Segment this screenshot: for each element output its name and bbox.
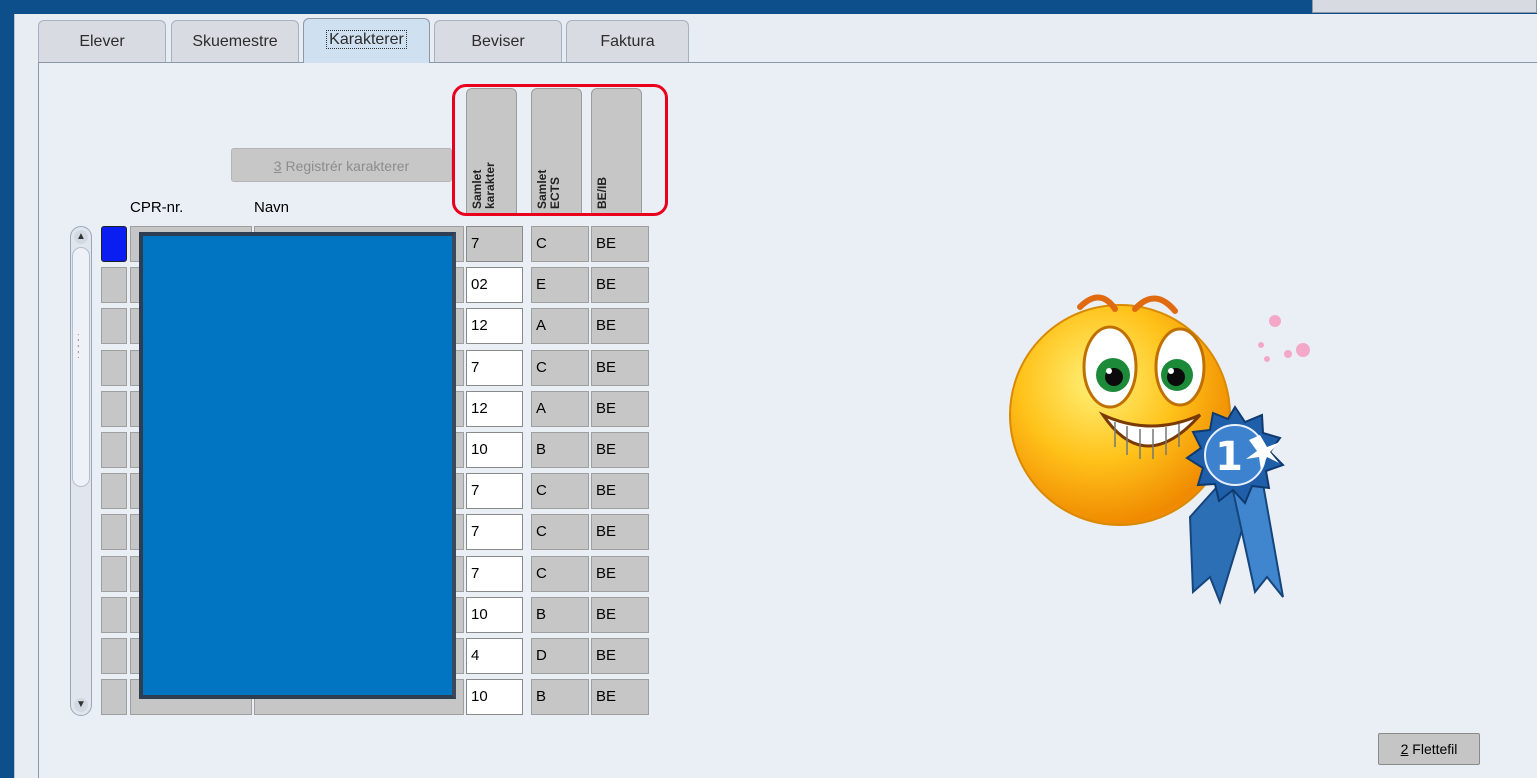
tab-label: Beviser bbox=[471, 33, 525, 50]
tab-karakterer[interactable]: Karakterer bbox=[303, 18, 430, 63]
karakter-cell[interactable]: 7 bbox=[466, 514, 523, 551]
left-edge bbox=[0, 14, 14, 778]
be-ib-cell[interactable]: BE bbox=[591, 473, 649, 510]
row-selector[interactable] bbox=[101, 226, 127, 262]
karakter-cell[interactable]: 7 bbox=[466, 226, 523, 262]
ects-cell[interactable]: C bbox=[531, 514, 589, 551]
row-selector[interactable] bbox=[101, 390, 127, 427]
be-ib-cell[interactable]: BE bbox=[591, 349, 649, 386]
be-ib-cell[interactable]: BE bbox=[591, 514, 649, 551]
tab-faktura[interactable]: Faktura bbox=[566, 20, 689, 63]
ects-cell[interactable]: B bbox=[531, 596, 589, 633]
toolbar-button[interactable] bbox=[1312, 0, 1537, 13]
grip-icon: ⁚ ⁚ ⁚ ⁚ bbox=[77, 333, 80, 360]
karakter-cell[interactable]: 02 bbox=[466, 267, 523, 304]
tab-label: Skuemestre bbox=[192, 33, 278, 50]
column-header-cpr: CPR-nr. bbox=[130, 199, 184, 216]
ects-cell[interactable]: C bbox=[531, 473, 589, 510]
smiley-medal-icon: 1 bbox=[1009, 294, 1310, 606]
row-selector[interactable] bbox=[101, 349, 127, 386]
row-selector[interactable] bbox=[101, 638, 127, 674]
be-ib-cell[interactable]: BE bbox=[591, 390, 649, 427]
row-selector[interactable] bbox=[101, 555, 127, 592]
karakter-cell[interactable]: 7 bbox=[466, 349, 523, 386]
accel-key: 3 bbox=[273, 158, 282, 174]
row-selector[interactable] bbox=[101, 308, 127, 345]
scroll-up-icon[interactable]: ▲ bbox=[74, 230, 88, 244]
flettefil-button[interactable]: 2 Flettefil bbox=[1378, 733, 1480, 765]
tab-label: Elever bbox=[79, 33, 125, 50]
karakter-cell[interactable]: 7 bbox=[466, 555, 523, 592]
karakter-cell[interactable]: 4 bbox=[466, 638, 523, 674]
be-ib-cell[interactable]: BE bbox=[591, 432, 649, 468]
be-ib-cell[interactable]: BE bbox=[591, 226, 649, 262]
ects-cell[interactable]: A bbox=[531, 390, 589, 427]
tab-beviser[interactable]: Beviser bbox=[434, 20, 562, 63]
ects-cell[interactable]: B bbox=[531, 679, 589, 716]
karakter-cell[interactable]: 7 bbox=[466, 473, 523, 510]
row-selector[interactable] bbox=[101, 267, 127, 304]
tab-elever[interactable]: Elever bbox=[38, 20, 166, 63]
be-ib-cell[interactable]: BE bbox=[591, 638, 649, 674]
karakter-cell[interactable]: 10 bbox=[466, 596, 523, 633]
ects-cell[interactable]: C bbox=[531, 555, 589, 592]
karakter-cell[interactable]: 12 bbox=[466, 308, 523, 345]
be-ib-cell[interactable]: BE bbox=[591, 555, 649, 592]
title-bar bbox=[0, 0, 1537, 14]
tab-label: Karakterer bbox=[326, 30, 407, 49]
row-selector[interactable] bbox=[101, 596, 127, 633]
scroll-down-icon[interactable]: ▼ bbox=[74, 698, 88, 712]
karakter-cell[interactable]: 12 bbox=[466, 390, 523, 427]
medal-number: 1 bbox=[1215, 434, 1243, 480]
ects-cell[interactable]: C bbox=[531, 226, 589, 262]
tab-label: Faktura bbox=[600, 33, 655, 50]
scrollbar-thumb[interactable] bbox=[72, 247, 90, 487]
ects-cell[interactable]: B bbox=[531, 432, 589, 468]
row-selector[interactable] bbox=[101, 514, 127, 551]
register-grades-button[interactable]: 3 Registrér karakterer bbox=[231, 148, 452, 182]
button-label: Flettefil bbox=[1408, 741, 1458, 757]
karakter-cell[interactable]: 10 bbox=[466, 679, 523, 716]
ects-cell[interactable]: C bbox=[531, 349, 589, 386]
be-ib-cell[interactable]: BE bbox=[591, 267, 649, 304]
column-header-navn: Navn bbox=[254, 199, 290, 216]
be-ib-cell[interactable]: BE bbox=[591, 596, 649, 633]
button-label: Registrér karakterer bbox=[281, 158, 410, 174]
row-selector[interactable] bbox=[101, 473, 127, 510]
row-selector[interactable] bbox=[101, 432, 127, 468]
karakter-cell[interactable]: 10 bbox=[466, 432, 523, 468]
ects-cell[interactable]: A bbox=[531, 308, 589, 345]
ects-cell[interactable]: D bbox=[531, 638, 589, 674]
highlight-box bbox=[452, 84, 668, 216]
be-ib-cell[interactable]: BE bbox=[591, 679, 649, 716]
be-ib-cell[interactable]: BE bbox=[591, 308, 649, 345]
row-selector[interactable] bbox=[101, 679, 127, 716]
ects-cell[interactable]: E bbox=[531, 267, 589, 304]
tab-skuemestre[interactable]: Skuemestre bbox=[171, 20, 299, 63]
redaction-block bbox=[139, 232, 456, 699]
vertical-scrollbar[interactable]: ▲ ⁚ ⁚ ⁚ ⁚ ▼ bbox=[70, 226, 92, 716]
